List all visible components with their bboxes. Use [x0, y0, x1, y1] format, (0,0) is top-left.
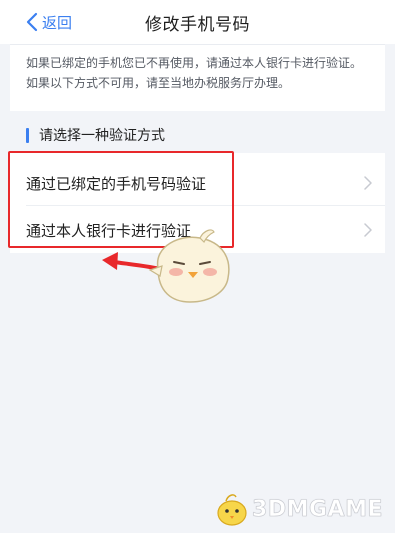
- section-heading: 请选择一种验证方式: [26, 125, 165, 145]
- section-heading-label: 请选择一种验证方式: [39, 128, 165, 144]
- page-title: 修改手机号码: [145, 15, 250, 35]
- option-phone-verification[interactable]: 通过已绑定的手机号码验证: [10, 158, 385, 208]
- chevron-right-icon: [364, 176, 372, 190]
- mascot-sticker: [148, 229, 230, 303]
- notice-text: 如果已绑定的手机您已不再使用，请通过本人银行卡进行验证。如果以下方式不可用，请至…: [26, 56, 363, 90]
- option-label: 通过已绑定的手机号码验证: [26, 174, 207, 193]
- watermark: 3DMGAME: [212, 491, 383, 527]
- notice-panel: 如果已绑定的手机您已不再使用，请通过本人银行卡进行验证。如果以下方式不可用，请至…: [10, 44, 385, 111]
- nav-bar: 返回 修改手机号码: [0, 0, 395, 44]
- watermark-text: 3DMGAME: [252, 496, 383, 522]
- section-accent-bar: [26, 127, 29, 143]
- chevron-right-icon: [364, 223, 372, 237]
- chick-logo-icon: [217, 494, 247, 526]
